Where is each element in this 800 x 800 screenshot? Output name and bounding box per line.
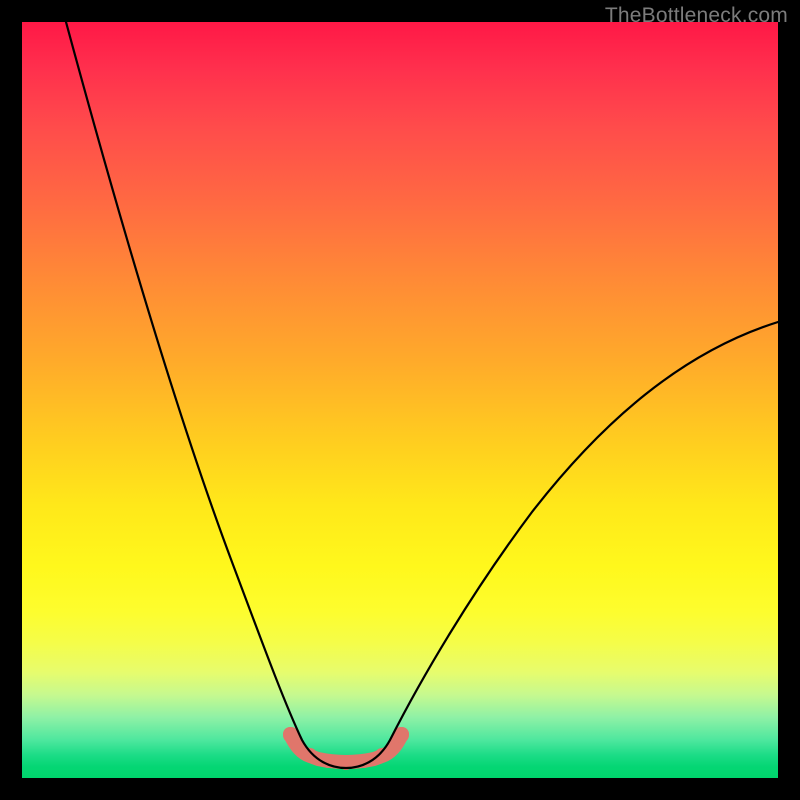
chart-frame: TheBottleneck.com (0, 0, 800, 800)
bottleneck-curve (66, 22, 778, 768)
curve-layer (22, 22, 778, 778)
plot-area (22, 22, 778, 778)
